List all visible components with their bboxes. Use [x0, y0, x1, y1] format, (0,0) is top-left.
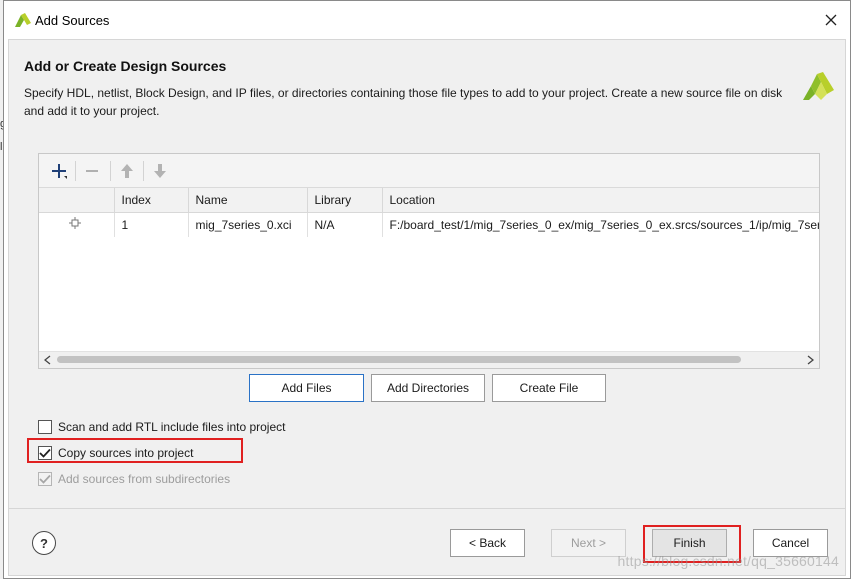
close-icon [825, 14, 837, 26]
create-file-button[interactable]: Create File [492, 374, 606, 402]
checkmark-icon [39, 474, 51, 484]
source-files-table: Index Name Library Location 1 mig_7serie… [39, 188, 819, 237]
scroll-right-button[interactable] [802, 352, 819, 368]
scan-rtl-include-label: Scan and add RTL include files into proj… [58, 420, 286, 434]
scroll-left-button[interactable] [39, 352, 56, 368]
back-button[interactable]: < Back [450, 529, 525, 557]
remove-source-button[interactable] [80, 159, 104, 183]
page-heading: Add or Create Design Sources [24, 58, 227, 74]
table-cell-library: N/A [307, 212, 383, 237]
close-button[interactable] [818, 8, 844, 32]
source-files-panel: Index Name Library Location 1 mig_7serie… [38, 153, 820, 369]
add-directories-button[interactable]: Add Directories [371, 374, 485, 402]
help-button[interactable]: ? [32, 531, 56, 555]
table-cell-icon [39, 212, 115, 237]
scrollbar-thumb[interactable] [57, 356, 741, 363]
chevron-right-icon [807, 355, 814, 365]
column-header-icon[interactable] [39, 188, 115, 213]
table-cell-name: mig_7series_0.xci [188, 212, 308, 237]
window-title: Add Sources [35, 13, 110, 28]
xilinx-logo-icon [803, 72, 834, 100]
vivado-logo-icon [15, 13, 31, 27]
add-subdirectories-checkbox[interactable] [38, 472, 52, 486]
checkmark-icon [39, 448, 51, 458]
title-bar: Add Sources [4, 1, 850, 39]
scan-rtl-include-checkbox[interactable] [38, 420, 52, 434]
copy-sources-checkbox[interactable] [38, 446, 52, 460]
arrow-up-icon [121, 164, 133, 178]
move-down-button[interactable] [148, 159, 172, 183]
next-button[interactable]: Next > [551, 529, 626, 557]
file-toolbar [39, 154, 819, 188]
add-subdirectories-label: Add sources from subdirectories [58, 472, 231, 486]
copy-sources-label: Copy sources into project [58, 446, 194, 460]
column-header-index[interactable]: Index [114, 188, 189, 213]
add-subdirectories-option[interactable]: Add sources from subdirectories [38, 470, 230, 488]
dialog-content: Add or Create Design Sources Specify HDL… [8, 39, 846, 576]
table-row[interactable]: 1 mig_7series_0.xci N/A F:/board_test/1/… [39, 212, 819, 237]
help-icon: ? [40, 535, 48, 551]
add-files-button[interactable]: Add Files [249, 374, 364, 402]
column-header-location[interactable]: Location [382, 188, 819, 213]
arrow-down-icon [154, 164, 166, 178]
table-cell-index: 1 [114, 212, 189, 237]
column-header-name[interactable]: Name [188, 188, 308, 213]
footer-divider [9, 508, 845, 509]
scan-rtl-include-option[interactable]: Scan and add RTL include files into proj… [38, 418, 285, 436]
horizontal-scrollbar[interactable] [39, 351, 819, 368]
add-source-button[interactable] [47, 159, 71, 183]
move-up-button[interactable] [115, 159, 139, 183]
chevron-left-icon [44, 355, 51, 365]
watermark-text: https://blog.csdn.net/qq_35660144 [617, 553, 839, 569]
minus-icon [86, 170, 98, 172]
table-cell-location: F:/board_test/1/mig_7series_0_ex/mig_7se… [389, 217, 820, 232]
ip-core-icon [69, 217, 81, 230]
plus-icon [52, 164, 67, 179]
page-description: Specify HDL, netlist, Block Design, and … [24, 86, 783, 118]
table-header-row: Index Name Library Location [39, 188, 819, 213]
column-header-library[interactable]: Library [307, 188, 383, 213]
copy-sources-option[interactable]: Copy sources into project [38, 444, 193, 462]
add-sources-dialog: Add Sources Add or Create Design Sources… [3, 0, 851, 579]
